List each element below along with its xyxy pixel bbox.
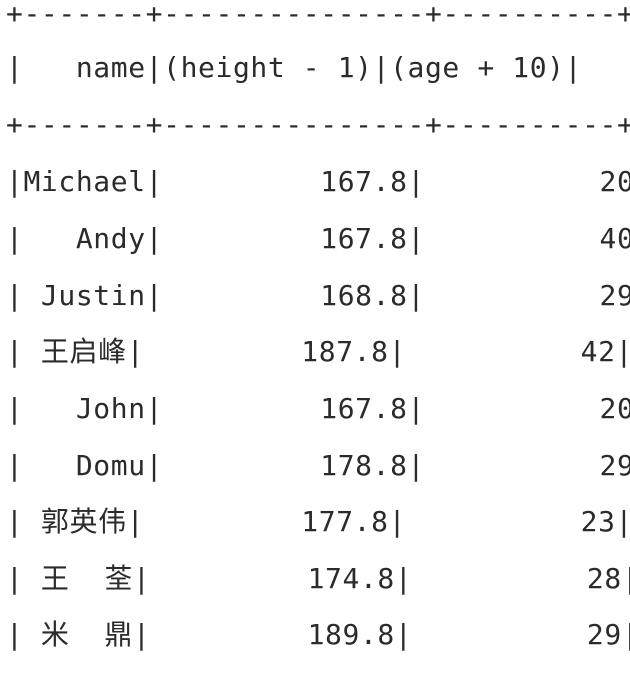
table-row: | John| 167.8| 20| xyxy=(6,392,630,425)
table-row: | 王启峰| 187.8| 42| xyxy=(6,335,630,368)
table-row: | Domu| 178.8| 29| xyxy=(6,449,630,482)
table-row: |Michael| 167.8| 20| xyxy=(6,165,630,198)
table-row: | Justin| 168.8| 29| xyxy=(6,279,630,312)
console-output: +-------+---------------+----------+ | n… xyxy=(6,0,630,678)
table-row: | Andy| 167.8| 40| xyxy=(6,222,630,255)
table-header-row: | name|(height - 1)|(age + 10)| xyxy=(6,51,583,84)
table-row: | 王 荃| 174.8| 28| xyxy=(6,562,630,595)
table-row: | 郭英伟| 177.8| 23| xyxy=(6,505,630,538)
table-row: | 米 鼎| 189.8| 29| xyxy=(6,618,630,651)
table-border-top: +-------+---------------+----------+ xyxy=(6,0,630,30)
table-border-header: +-------+---------------+----------+ xyxy=(6,108,630,141)
